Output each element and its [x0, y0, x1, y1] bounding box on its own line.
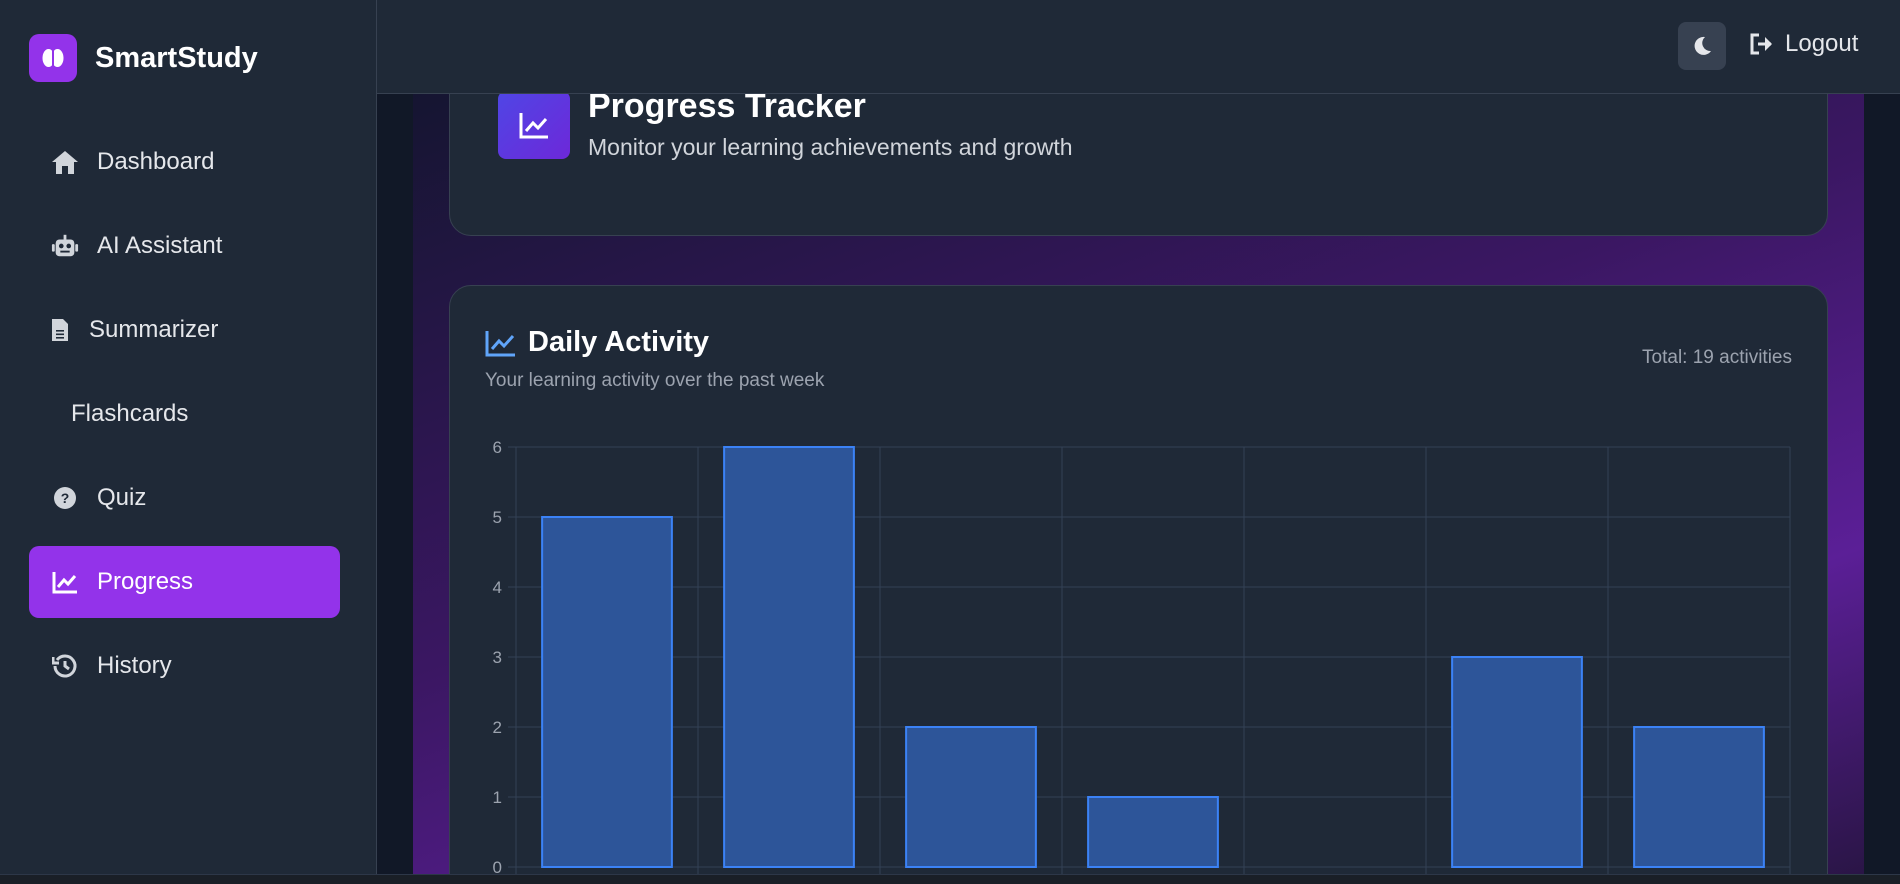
sidebar-item-history[interactable]: History [29, 630, 340, 702]
brand[interactable]: SmartStudy [29, 34, 258, 82]
history-icon [51, 652, 79, 680]
y-tick-label: 1 [493, 788, 502, 807]
top-bar: Logout [377, 0, 1900, 94]
question-circle-icon: ? [51, 484, 79, 512]
page-subtitle: Monitor your learning achievements and g… [588, 134, 1073, 160]
bar [541, 516, 673, 868]
sidebar-nav: Dashboard AI Assistant Summarizer Flashc… [29, 126, 340, 714]
sidebar-item-quiz[interactable]: ? Quiz [29, 462, 340, 534]
sidebar-item-label: Progress [97, 568, 194, 595]
sign-out-icon [1749, 32, 1775, 56]
home-icon [51, 148, 79, 176]
brain-logo-icon [29, 34, 77, 82]
sidebar-item-dashboard[interactable]: Dashboard [29, 126, 340, 198]
sidebar-item-label: AI Assistant [97, 232, 223, 259]
logout-label: Logout [1785, 30, 1859, 57]
moon-icon [1691, 35, 1713, 57]
y-tick-label: 4 [493, 578, 502, 597]
y-tick-label: 2 [493, 718, 502, 737]
svg-text:?: ? [61, 490, 70, 506]
sidebar-item-label: History [97, 652, 172, 679]
y-tick-label: 5 [493, 508, 502, 527]
logout-button[interactable]: Logout [1749, 30, 1858, 58]
robot-icon [51, 232, 79, 260]
sidebar: SmartStudy Dashboard AI Assistant Summar… [0, 0, 377, 874]
daily-activity-card: Daily Activity Your learning activity ov… [449, 285, 1828, 884]
theme-toggle-button[interactable] [1678, 22, 1726, 70]
sidebar-item-label: Flashcards [71, 400, 189, 427]
daily-activity-chart: 0123456 [493, 438, 1791, 877]
chart-line-icon [498, 91, 570, 159]
bar [1633, 726, 1765, 868]
bar [723, 446, 855, 868]
sidebar-item-label: Quiz [97, 484, 147, 511]
bar [1451, 656, 1583, 868]
y-tick-label: 6 [493, 438, 502, 457]
bottom-edge [0, 874, 1900, 884]
file-icon [51, 316, 69, 344]
bar [1087, 796, 1219, 868]
y-tick-label: 3 [493, 648, 502, 667]
app-name: SmartStudy [95, 41, 258, 74]
sidebar-item-label: Dashboard [97, 148, 215, 175]
sidebar-item-ai-assistant[interactable]: AI Assistant [29, 210, 340, 282]
chart-line-icon [51, 568, 79, 596]
sidebar-item-progress[interactable]: Progress [29, 546, 340, 618]
sidebar-item-label: Summarizer [89, 316, 219, 343]
sidebar-item-summarizer[interactable]: Summarizer [29, 294, 340, 366]
bar [905, 726, 1037, 868]
sidebar-item-flashcards[interactable]: Flashcards [29, 378, 340, 450]
